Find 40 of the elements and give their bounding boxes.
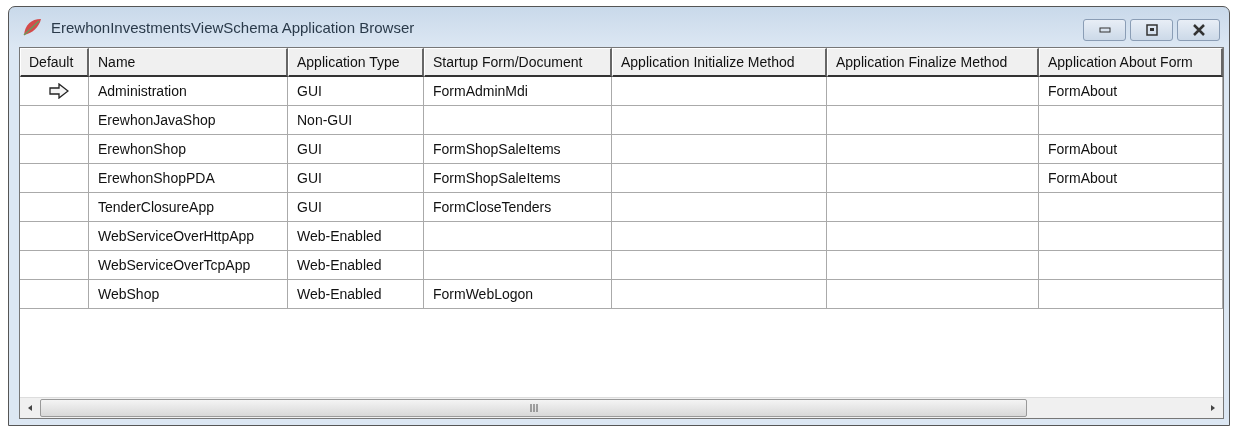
close-icon — [1191, 24, 1206, 36]
leaf-icon — [21, 17, 43, 37]
table-cell: FormAbout — [1039, 77, 1223, 106]
table-cell: FormAbout — [1039, 164, 1223, 193]
minimize-button[interactable] — [1083, 19, 1126, 41]
table-cell: GUI — [288, 193, 424, 222]
maximize-icon — [1145, 24, 1158, 36]
column-header[interactable]: Default — [20, 48, 89, 77]
table-cell: WebServiceOverTcpApp — [89, 251, 288, 280]
table-cell: ErewhonShop — [89, 135, 288, 164]
column-header[interactable]: Application Type — [288, 48, 424, 77]
table-cell: Non-GUI — [288, 106, 424, 135]
table-cell: GUI — [288, 164, 424, 193]
table-cell: FormAbout — [1039, 135, 1223, 164]
table-cell: WebServiceOverHttpApp — [89, 222, 288, 251]
table-cell: FormWebLogon — [424, 280, 612, 309]
table-cell: Administration — [89, 77, 288, 106]
column-header[interactable]: Application Initialize Method — [612, 48, 827, 77]
column-header[interactable]: Application About Form — [1039, 48, 1223, 77]
table-cell: GUI — [288, 135, 424, 164]
close-button[interactable] — [1177, 19, 1220, 41]
table-cell: GUI — [288, 77, 424, 106]
table-cell: FormCloseTenders — [424, 193, 612, 222]
table-cell: Web-Enabled — [288, 280, 424, 309]
maximize-button[interactable] — [1130, 19, 1173, 41]
table-cell: Web-Enabled — [288, 251, 424, 280]
table-cell: ErewhonShopPDA — [89, 164, 288, 193]
table-cell: WebShop — [89, 280, 288, 309]
column-header[interactable]: Name — [89, 48, 288, 77]
column-header[interactable]: Startup Form/Document — [424, 48, 612, 77]
minimize-icon — [1098, 27, 1111, 33]
table-cell: TenderClosureApp — [89, 193, 288, 222]
grip-icon — [528, 404, 539, 412]
window-title: ErewhonInvestmentsViewSchema Application Browser — [51, 18, 416, 36]
table-cell: Web-Enabled — [288, 222, 424, 251]
table-cell: FormShopSaleItems — [424, 164, 612, 193]
table-cell: ErewhonJavaShop — [89, 106, 288, 135]
table-cell: FormShopSaleItems — [424, 135, 612, 164]
table-cell: FormAdminMdi — [424, 77, 612, 106]
column-header[interactable]: Application Finalize Method — [827, 48, 1039, 77]
